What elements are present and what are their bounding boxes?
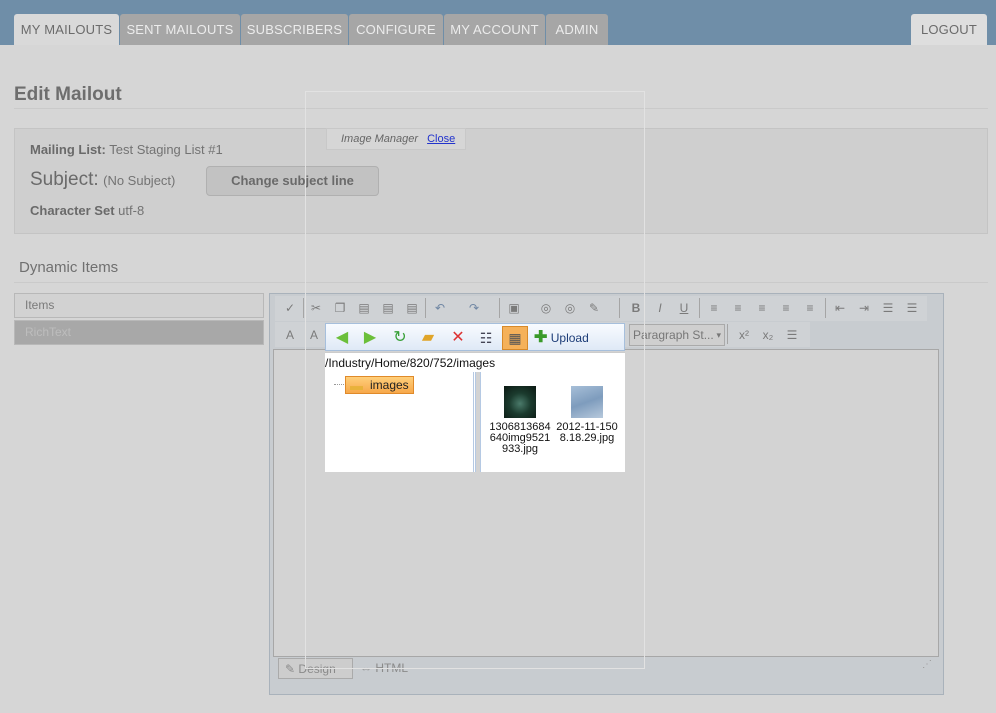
underline-icon[interactable]: U	[675, 299, 693, 317]
tab-configure[interactable]: CONFIGURE	[349, 14, 443, 45]
image-manager-title: Image Manager	[341, 133, 419, 145]
delete-icon[interactable]: ✕	[448, 328, 468, 348]
tab-sent-mailouts[interactable]: SENT MAILOUTS	[120, 14, 240, 45]
separator	[825, 298, 826, 318]
image-manager-toolbar: ◀ ▶ ↻ ▰ ✕ ☷ ▦ ✚ Upload	[325, 323, 625, 351]
close-link[interactable]: Close	[427, 133, 455, 145]
file-name: 2012-11-1508.18.29.jpg	[556, 421, 618, 444]
image-path-field: /Industry/Home/820/752/images	[325, 352, 625, 372]
charset-value: utf-8	[118, 203, 145, 218]
tab-subscribers[interactable]: SUBSCRIBERS	[241, 14, 348, 45]
new-folder-icon[interactable]: ▰	[418, 328, 438, 348]
justify-full-icon[interactable]: ≡	[801, 299, 819, 317]
mailing-list-label: Mailing List:	[30, 142, 106, 157]
paragraph-style-value: Paragraph St...	[633, 328, 714, 342]
logout-button[interactable]: LOGOUT	[911, 14, 987, 45]
subject-label: Subject:	[30, 169, 99, 190]
dynamic-item-items[interactable]: Items	[14, 293, 264, 318]
mailing-list-value: Test Staging List #1	[109, 142, 223, 157]
mailing-list-row: Mailing List: Test Staging List #1	[30, 142, 223, 157]
subject-row: Subject: (No Subject)	[30, 169, 175, 191]
tab-my-mailouts[interactable]: MY MAILOUTS	[14, 14, 119, 45]
tab-my-account[interactable]: MY ACCOUNT	[444, 14, 545, 45]
bullet-list-icon[interactable]: ☰	[903, 299, 921, 317]
superscript-icon[interactable]: x²	[735, 326, 753, 344]
dynamic-item-richtext[interactable]: RichText	[14, 320, 264, 345]
chevron-down-icon: ▾	[716, 330, 721, 340]
thumbnail-view-icon[interactable]: ▦	[502, 326, 528, 350]
dynamic-items-title: Dynamic Items	[19, 259, 119, 276]
pencil-icon: ✎	[285, 662, 296, 676]
charset-row: Character Set utf-8	[30, 203, 144, 218]
list-view-icon[interactable]: ☷	[476, 328, 496, 348]
refresh-icon[interactable]: ↻	[390, 328, 410, 348]
forward-arrow-icon[interactable]: ▶	[360, 328, 380, 348]
tab-admin[interactable]: ADMIN	[546, 14, 608, 45]
tree-folder-images[interactable]: ▬ images	[345, 376, 414, 394]
separator	[727, 324, 728, 344]
outdent-icon[interactable]: ⇤	[831, 299, 849, 317]
paragraph-icon[interactable]: ☰	[783, 326, 801, 344]
align-right-icon[interactable]: ≡	[753, 299, 771, 317]
subscript-icon[interactable]: x₂	[759, 326, 777, 344]
align-left-icon[interactable]: ≡	[705, 299, 723, 317]
justify-icon[interactable]: ≡	[777, 299, 795, 317]
file-name: 1306813684640img9521933.jpg	[489, 421, 551, 455]
folder-icon: ▬	[350, 378, 363, 393]
style-icon[interactable]: A	[281, 326, 299, 344]
spellcheck-icon[interactable]: ✓	[281, 299, 299, 317]
back-arrow-icon[interactable]: ◀	[332, 328, 352, 348]
upload-label: Upload	[550, 331, 589, 345]
image-thumbnail[interactable]	[504, 386, 536, 418]
plus-icon: ✚	[534, 329, 548, 346]
subject-value: (No Subject)	[103, 173, 176, 188]
separator	[303, 298, 304, 318]
indent-icon[interactable]: ⇥	[855, 299, 873, 317]
charset-label: Character Set	[30, 203, 115, 218]
page-title: Edit Mailout	[14, 84, 122, 105]
folder-label: images	[370, 378, 409, 392]
numbered-list-icon[interactable]: ☰	[879, 299, 897, 317]
italic-icon[interactable]: I	[651, 299, 669, 317]
align-center-icon[interactable]: ≡	[729, 299, 747, 317]
image-manager-title-bar: Image Manager Close	[326, 128, 466, 150]
separator	[699, 298, 700, 318]
resize-grip-icon[interactable]: ⋰	[922, 659, 932, 670]
upload-button[interactable]: ✚ Upload	[534, 328, 589, 348]
image-thumbnail[interactable]	[571, 386, 603, 418]
